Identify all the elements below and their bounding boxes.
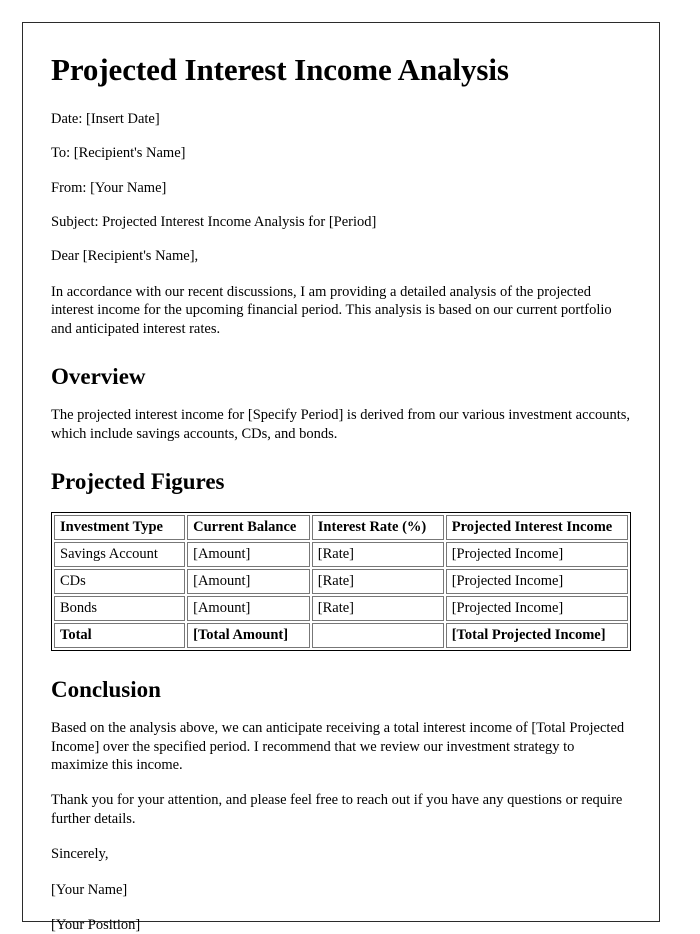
projected-figures-table: Investment Type Current Balance Interest…: [51, 511, 631, 651]
cell-projected-income: [Projected Income]: [445, 541, 628, 567]
cell-investment-type: CDs: [54, 568, 186, 594]
signature-position: [Your Position]: [51, 916, 141, 933]
cell-projected-income: [Projected Income]: [445, 568, 628, 594]
column-header-current-balance: Current Balance: [187, 514, 310, 540]
header-field-from: From: [Your Name]: [51, 179, 167, 196]
cell-current-balance: [Amount]: [187, 595, 310, 621]
overview-paragraph: The projected interest income for [Speci…: [51, 407, 631, 442]
salutation: Dear [Recipient's Name],: [51, 248, 199, 265]
cell-total-amount: [Total Amount]: [187, 622, 310, 648]
conclusion-paragraph-2: Thank you for your attention, and please…: [51, 792, 623, 827]
cell-interest-rate: [Rate]: [311, 595, 444, 621]
document-body: Projected Interest Income Analysis Date:…: [49, 52, 633, 934]
projected-figures-heading: Projected Figures: [51, 469, 225, 495]
column-header-investment-type: Investment Type: [54, 514, 186, 540]
signature-name: [Your Name]: [51, 881, 128, 898]
cell-investment-type: Savings Account: [54, 541, 186, 567]
document-page: Projected Interest Income Analysis Date:…: [22, 22, 660, 933]
cell-interest-rate: [Rate]: [311, 568, 444, 594]
table-row: Savings Account [Amount] [Rate] [Project…: [54, 541, 628, 567]
column-header-projected-interest-income: Projected Interest Income: [445, 514, 628, 540]
table-total-row: Total [Total Amount] [Total Projected In…: [54, 622, 628, 648]
page-title: Projected Interest Income Analysis: [51, 52, 509, 87]
sign-off: Sincerely,: [51, 846, 109, 863]
cell-current-balance: [Amount]: [187, 541, 310, 567]
cell-current-balance: [Amount]: [187, 568, 310, 594]
conclusion-paragraph-1: Based on the analysis above, we can anti…: [51, 720, 625, 773]
cell-total-projected-income: [Total Projected Income]: [445, 622, 628, 648]
cell-investment-type: Bonds: [54, 595, 186, 621]
cell-total-interest-rate: [311, 622, 444, 648]
header-field-to: To: [Recipient's Name]: [51, 145, 186, 162]
cell-projected-income: [Projected Income]: [445, 595, 628, 621]
header-field-date: Date: [Insert Date]: [51, 110, 160, 127]
header-field-subject: Subject: Projected Interest Income Analy…: [51, 213, 377, 230]
cell-interest-rate: [Rate]: [311, 541, 444, 567]
cell-total-label: Total: [54, 622, 186, 648]
table-header-row: Investment Type Current Balance Interest…: [54, 514, 628, 540]
intro-paragraph: In accordance with our recent discussion…: [51, 283, 612, 337]
table-row: CDs [Amount] [Rate] [Projected Income]: [54, 568, 628, 594]
overview-heading: Overview: [51, 363, 146, 389]
column-header-interest-rate: Interest Rate (%): [311, 514, 444, 540]
table-row: Bonds [Amount] [Rate] [Projected Income]: [54, 595, 628, 621]
conclusion-heading: Conclusion: [51, 676, 161, 702]
